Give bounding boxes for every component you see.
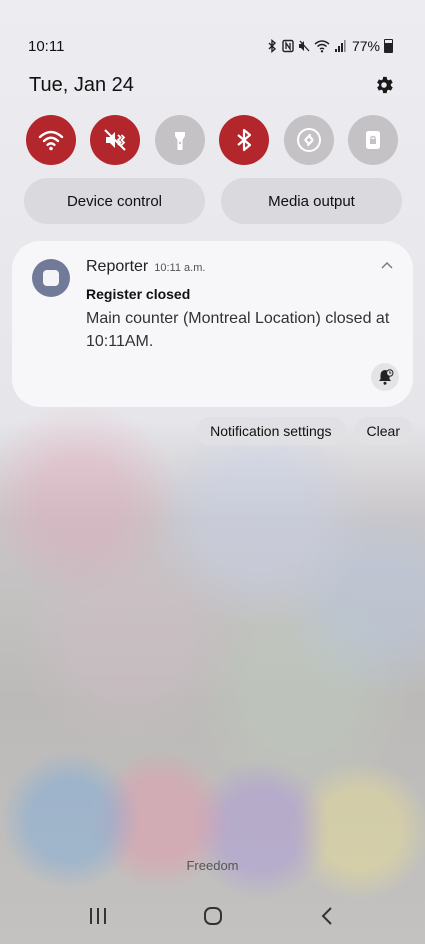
wifi-icon: [314, 40, 330, 53]
snooze-button[interactable]: [371, 363, 399, 391]
bluetooth-toggle[interactable]: [219, 115, 270, 165]
bluetooth-icon: [237, 128, 252, 152]
chevron-up-icon[interactable]: [379, 259, 395, 271]
flashlight-icon: [174, 132, 185, 150]
status-icons: 77%: [266, 38, 393, 54]
media-output-button[interactable]: Media output: [221, 178, 402, 224]
home-icon: [203, 907, 222, 925]
notification-card[interactable]: Reporter 10:11 a.m. Register closed Main…: [12, 241, 413, 407]
notification-shade: 10:11 77% Tue, Jan 24 Device control Med…: [0, 0, 425, 944]
back-button[interactable]: [308, 900, 348, 932]
quick-settings-row: [26, 115, 398, 165]
home-button[interactable]: [193, 900, 233, 932]
panel-buttons: Device control Media output: [24, 178, 402, 224]
carrier-label: Freedom: [186, 858, 239, 873]
mute-icon: [298, 40, 310, 52]
bluetooth-icon: [268, 39, 277, 53]
notification-actions: Notification settings Clear: [196, 417, 413, 445]
lock-toggle[interactable]: [347, 115, 398, 165]
recent-apps-button[interactable]: [78, 900, 118, 932]
device-control-button[interactable]: Device control: [24, 178, 205, 224]
mute-vibrate-icon: [104, 129, 127, 151]
notification-header: Reporter 10:11 a.m.: [86, 258, 205, 276]
status-bar: 10:11 77%: [28, 36, 393, 56]
notification-time: 10:11 a.m.: [154, 262, 206, 274]
flashlight-toggle[interactable]: [154, 115, 205, 165]
recent-apps-icon: [89, 908, 106, 924]
reporter-app-icon: [32, 259, 70, 297]
navigation-bar: [0, 900, 425, 932]
bell-snooze-icon: [379, 369, 394, 385]
nfc-icon: [282, 39, 294, 53]
square-stop-icon: [43, 270, 59, 286]
date-row: Tue, Jan 24: [29, 72, 395, 98]
notification-body: Main counter (Montreal Location) closed …: [86, 310, 390, 350]
battery-percent: 77%: [351, 38, 380, 54]
notification-title: Register closed: [86, 286, 191, 302]
gear-icon[interactable]: [373, 74, 395, 96]
back-chevron-icon: [321, 907, 332, 925]
clear-button[interactable]: Clear: [353, 417, 413, 445]
signal-icon: [334, 40, 346, 52]
lock-icon: [365, 131, 380, 149]
battery-icon: [384, 39, 393, 53]
status-time: 10:11: [28, 37, 65, 55]
shazam-icon: [296, 128, 321, 152]
notification-settings-button[interactable]: Notification settings: [196, 417, 346, 445]
wifi-icon: [38, 130, 64, 151]
notification-app-name: Reporter: [86, 258, 149, 275]
date-label: Tue, Jan 24: [29, 73, 134, 96]
wifi-toggle[interactable]: [26, 115, 76, 165]
shazam-toggle[interactable]: [283, 115, 334, 165]
sound-mode-toggle[interactable]: [90, 115, 141, 165]
